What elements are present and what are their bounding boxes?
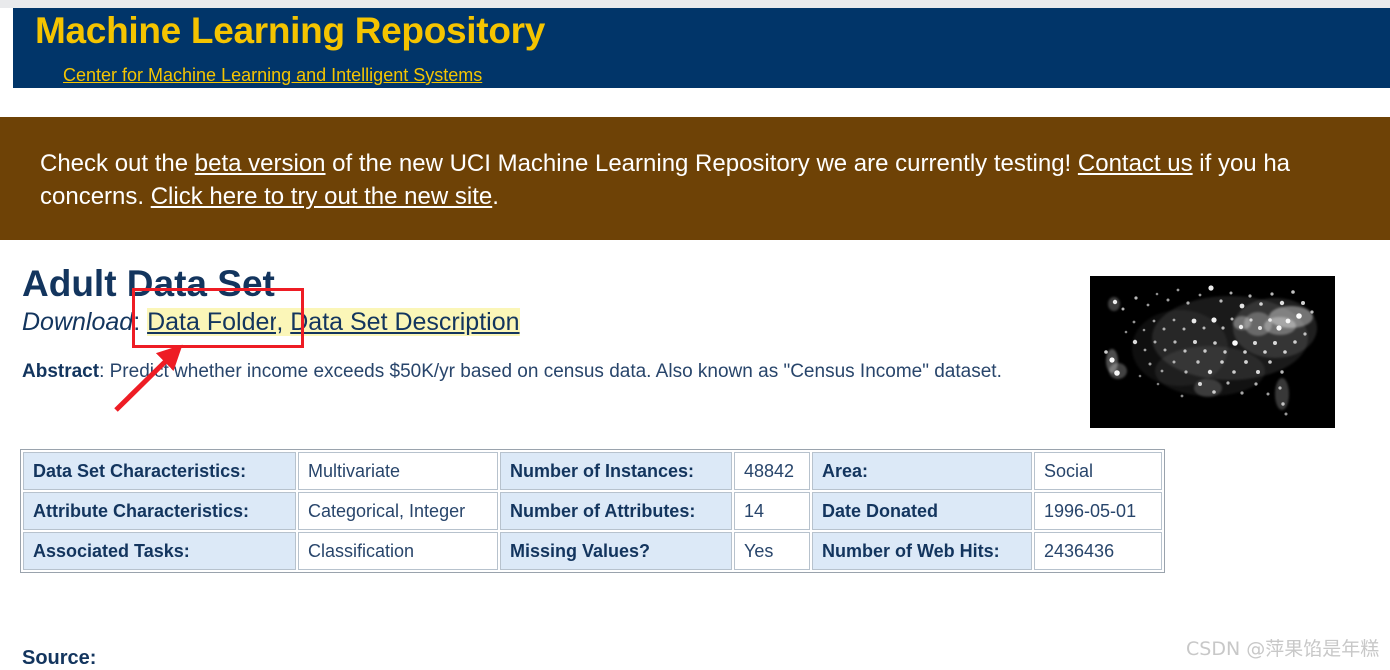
table-cell-key: Date Donated	[812, 492, 1032, 530]
table-cell-key: Number of Web Hits:	[812, 532, 1032, 570]
table-cell-key: Missing Values?	[500, 532, 732, 570]
site-subtitle-link[interactable]: Center for Machine Learning and Intellig…	[63, 65, 482, 86]
table-cell-value: 2436436	[1034, 532, 1162, 570]
abstract-text: Abstract: Predict whether income exceeds…	[22, 361, 1002, 383]
usa-night-lights-image	[1090, 276, 1335, 428]
data-folder-link[interactable]: Data Folder	[147, 308, 277, 336]
beta-text-part-4: concerns.	[40, 183, 151, 210]
table-cell-value: Yes	[734, 532, 810, 570]
table-cell-value: 1996-05-01	[1034, 492, 1162, 530]
table-cell-key: Number of Instances:	[500, 452, 732, 490]
beta-text-part-5: .	[492, 183, 499, 210]
beta-text-part-3: if you ha	[1192, 150, 1291, 177]
table-cell-value: Multivariate	[298, 452, 498, 490]
table-cell-key: Attribute Characteristics:	[23, 492, 296, 530]
beta-version-link[interactable]: beta version	[195, 150, 326, 177]
beta-text-part-2: of the new UCI Machine Learning Reposito…	[325, 150, 1078, 177]
try-new-site-link[interactable]: Click here to try out the new site	[151, 183, 492, 210]
site-title: Machine Learning Repository	[35, 10, 545, 51]
table-cell-value: Social	[1034, 452, 1162, 490]
page-title: Adult Data Set	[22, 263, 275, 304]
data-set-description-link[interactable]: Data Set Description	[290, 308, 520, 336]
table-cell-key: Data Set Characteristics:	[23, 452, 296, 490]
table-cell-value: 14	[734, 492, 810, 530]
beta-banner-text: Check out the beta version of the new UC…	[40, 147, 1390, 213]
table-row: Associated Tasks: Classification Missing…	[23, 532, 1162, 570]
download-colon: :	[133, 308, 148, 336]
usa-night-lights-svg	[1090, 276, 1335, 428]
beta-version-banner: Check out the beta version of the new UC…	[0, 117, 1390, 240]
site-header: Machine Learning Repository Center for M…	[13, 8, 1390, 88]
table-cell-value: Classification	[298, 532, 498, 570]
table-row: Data Set Characteristics: Multivariate N…	[23, 452, 1162, 490]
dataset-info-table-body: Data Set Characteristics: Multivariate N…	[23, 452, 1162, 570]
table-cell-value: 48842	[734, 452, 810, 490]
download-link-separator: ,	[276, 308, 291, 336]
csdn-watermark: CSDN @萍果馅是年糕	[1186, 638, 1380, 660]
abstract-body: : Predict whether income exceeds $50K/yr…	[99, 361, 1002, 382]
table-cell-value: Categorical, Integer	[298, 492, 498, 530]
dataset-info-table: Data Set Characteristics: Multivariate N…	[20, 449, 1165, 573]
table-cell-key: Associated Tasks:	[23, 532, 296, 570]
beta-text-part-1: Check out the	[40, 150, 195, 177]
table-row: Attribute Characteristics: Categorical, …	[23, 492, 1162, 530]
abstract-label: Abstract	[22, 361, 100, 382]
top-browser-strip	[0, 0, 1390, 8]
contact-us-link[interactable]: Contact us	[1078, 150, 1193, 177]
download-label: Download	[22, 308, 134, 336]
table-cell-key: Area:	[812, 452, 1032, 490]
download-line: Download: Data Folder, Data Set Descript…	[22, 308, 520, 337]
table-cell-key: Number of Attributes:	[500, 492, 732, 530]
